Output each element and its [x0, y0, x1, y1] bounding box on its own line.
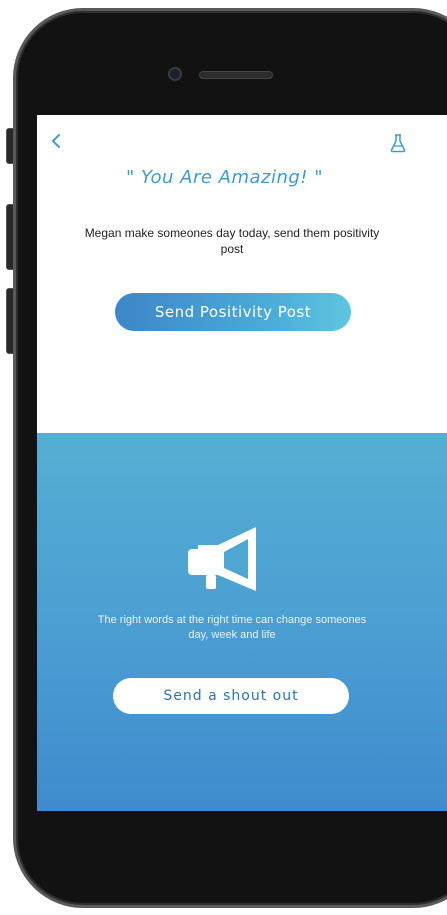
positivity-prompt: Megan make someones day today, send them… [84, 226, 380, 256]
positivity-section: " You Are Amazing! " Megan make someones… [37, 115, 447, 433]
affirmation-quote: " You Are Amazing! " [125, 167, 324, 188]
shoutout-tagline: The right words at the right time can ch… [97, 614, 367, 641]
chevron-left-icon [52, 134, 60, 148]
send-shout-out-button[interactable]: Send a shout out [113, 678, 349, 714]
app-screen: " You Are Amazing! " Megan make someones… [37, 115, 447, 811]
lab-button[interactable] [389, 133, 407, 153]
flask-icon [390, 134, 406, 153]
megaphone-icon [188, 527, 256, 591]
back-button[interactable] [49, 131, 63, 151]
shoutout-section: The right words at the right time can ch… [37, 433, 447, 811]
earpiece-speaker [199, 71, 273, 79]
send-positivity-post-button[interactable]: Send Positivity Post [115, 293, 351, 331]
front-camera [168, 67, 182, 81]
app-mockup: " You Are Amazing! " Megan make someones… [0, 0, 447, 915]
